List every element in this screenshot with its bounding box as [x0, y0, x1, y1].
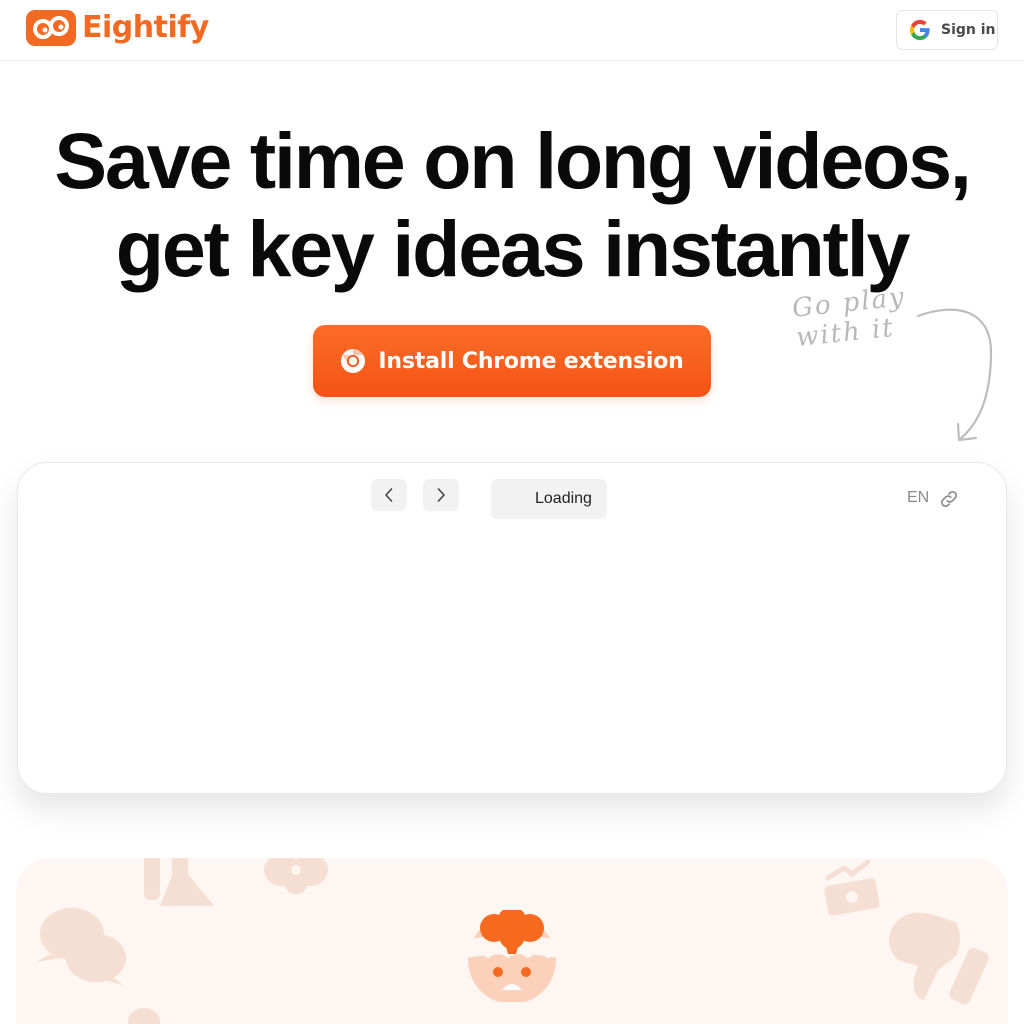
brand-logo[interactable]: Eightify: [26, 10, 209, 46]
money-growth-icon: [824, 860, 880, 916]
go-play-hint: Go play with it: [786, 282, 1006, 447]
sign-in-label: Sign in: [941, 22, 996, 38]
sign-in-button[interactable]: Sign in: [896, 10, 998, 50]
chevron-left-icon: [385, 488, 393, 502]
brand-name: Eightify: [82, 10, 209, 45]
loading-status[interactable]: Loading: [491, 479, 607, 519]
eightify-logo-icon: [26, 10, 76, 46]
next-button[interactable]: [423, 479, 459, 511]
language-selector[interactable]: EN: [907, 489, 929, 507]
features-section: [16, 858, 1008, 1024]
chrome-icon: [341, 349, 366, 373]
loading-label: Loading: [535, 490, 592, 507]
hero-title-line-2: get key ideas instantly: [115, 204, 911, 293]
mascot-icon: [466, 910, 558, 1002]
summary-widget: Loading EN: [17, 462, 1007, 794]
chevron-right-icon: [437, 488, 445, 502]
site-header: Eightify Sign in: [0, 0, 1024, 61]
install-chrome-extension-button[interactable]: Install Chrome extension: [313, 325, 711, 397]
previous-button[interactable]: [371, 479, 407, 511]
small-blob-icon: [128, 1008, 160, 1024]
link-icon[interactable]: [938, 488, 960, 510]
hero-title: Save time on long videos, get key ideas …: [0, 117, 1024, 293]
flask-icon: [144, 858, 214, 906]
chat-bubbles-icon: [36, 908, 126, 986]
brain-icon: [264, 858, 328, 894]
curved-arrow-icon: [916, 308, 993, 442]
thumbs-down-icon: [889, 912, 989, 1004]
hero-title-line-1: Save time on long videos,: [54, 116, 971, 205]
install-chrome-extension-label: Install Chrome extension: [378, 348, 684, 374]
google-icon: [909, 19, 930, 41]
